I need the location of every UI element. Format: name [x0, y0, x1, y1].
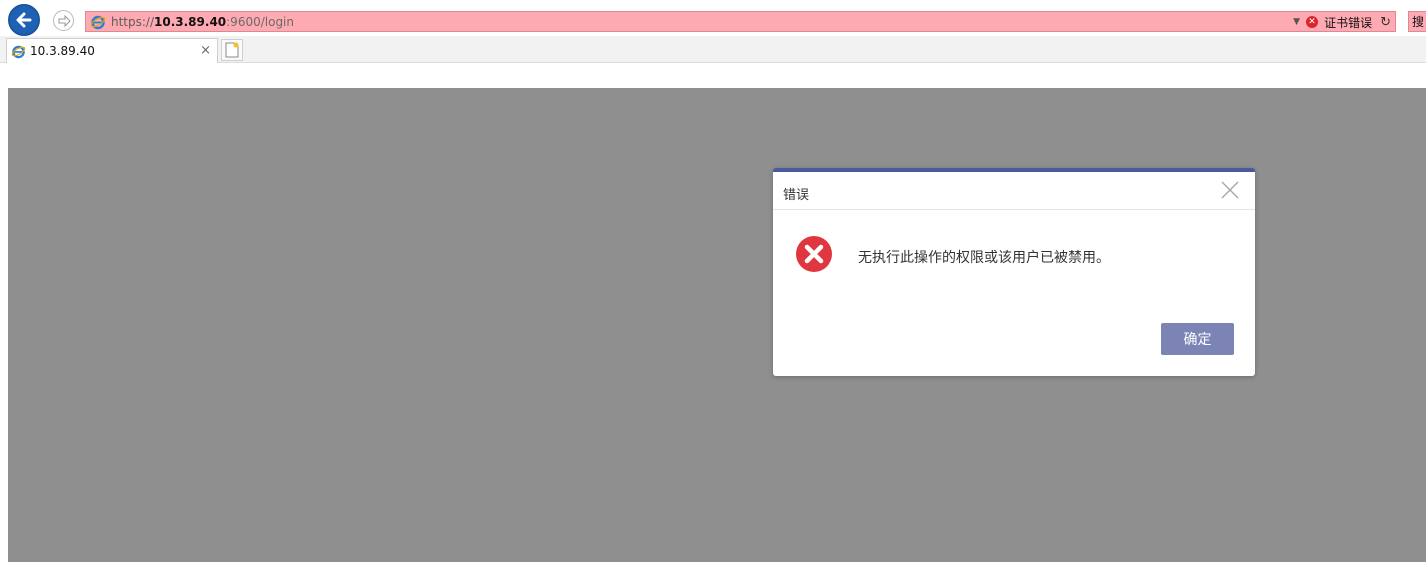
- dropdown-icon[interactable]: ▼: [1293, 17, 1300, 27]
- url-host: 10.3.89.40: [154, 14, 227, 29]
- ok-button[interactable]: 确定: [1161, 323, 1234, 355]
- url-bar[interactable]: https://10.3.89.40:9600/login ▼ ✕ 证书错误 ↻: [85, 11, 1396, 32]
- back-button[interactable]: [8, 4, 40, 36]
- ie-icon: [11, 45, 26, 58]
- close-icon[interactable]: [1219, 179, 1241, 201]
- error-dialog: 错误 无执行此操作的权限或该用户已被禁用。 确定: [773, 168, 1255, 376]
- close-icon[interactable]: ×: [200, 43, 211, 58]
- url-protocol: https://: [111, 14, 155, 29]
- tab-bar: 10.3.89.40 ×: [0, 36, 1426, 63]
- forward-button[interactable]: [53, 10, 74, 31]
- error-icon: [796, 236, 832, 272]
- refresh-icon[interactable]: ↻: [1380, 15, 1391, 30]
- cert-error-icon[interactable]: ✕: [1306, 16, 1319, 28]
- url-text[interactable]: https://10.3.89.40:9600/login: [111, 15, 294, 29]
- ie-icon: [90, 15, 106, 29]
- tab-active[interactable]: 10.3.89.40 ×: [6, 38, 218, 63]
- url-bar-actions: ▼ ✕ 证书错误 ↻: [1293, 13, 1391, 31]
- search-label: 搜: [1412, 15, 1425, 29]
- new-tab-button[interactable]: [221, 39, 243, 61]
- search-box[interactable]: 搜: [1408, 11, 1426, 32]
- url-path: :9600/login: [226, 14, 294, 29]
- cert-error-label[interactable]: 证书错误: [1324, 14, 1372, 31]
- dialog-title: 错误: [783, 188, 810, 203]
- address-bar-row: https://10.3.89.40:9600/login ▼ ✕ 证书错误 ↻…: [0, 0, 1426, 40]
- dialog-message: 无执行此操作的权限或该用户已被禁用。: [858, 250, 1110, 266]
- forward-icon: [58, 14, 71, 27]
- dialog-header: 错误: [773, 172, 1255, 210]
- back-icon: [16, 12, 32, 28]
- new-tab-icon: [225, 42, 239, 58]
- tab-title: 10.3.89.40: [30, 44, 95, 58]
